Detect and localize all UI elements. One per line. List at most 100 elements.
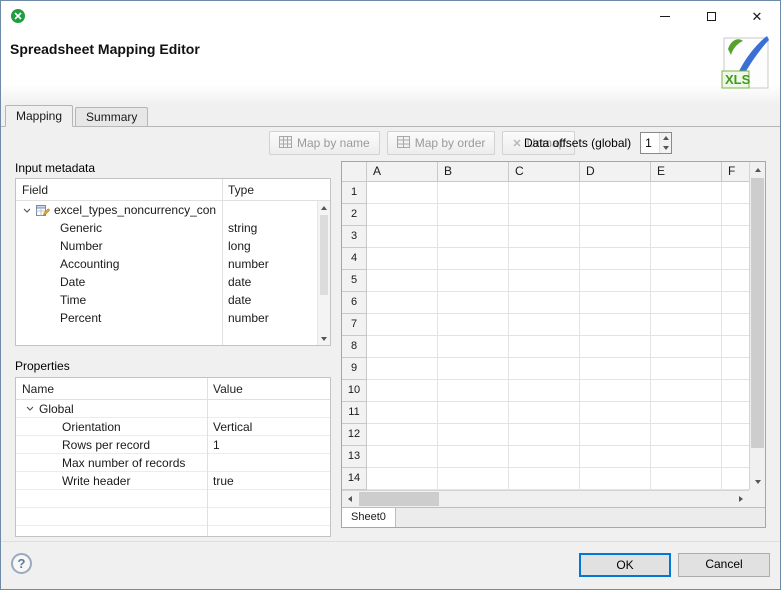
grid-cell[interactable] bbox=[651, 248, 722, 270]
grid-cell[interactable] bbox=[509, 336, 580, 358]
grid-cell[interactable] bbox=[651, 468, 722, 490]
row-header[interactable]: 5 bbox=[342, 270, 367, 292]
grid-cell[interactable] bbox=[722, 446, 749, 468]
grid-cell[interactable] bbox=[509, 446, 580, 468]
grid-cell[interactable] bbox=[509, 226, 580, 248]
row-header[interactable]: 9 bbox=[342, 358, 367, 380]
grid-cell[interactable] bbox=[438, 314, 509, 336]
grid-cell[interactable] bbox=[580, 204, 651, 226]
grid-cell[interactable] bbox=[438, 336, 509, 358]
grid-cell[interactable] bbox=[580, 248, 651, 270]
grid-cell[interactable] bbox=[509, 468, 580, 490]
grid-cell[interactable] bbox=[438, 248, 509, 270]
grid-cell[interactable] bbox=[509, 270, 580, 292]
row-header[interactable]: 1 bbox=[342, 182, 367, 204]
select-all-corner[interactable] bbox=[342, 162, 367, 182]
grid-cell[interactable] bbox=[651, 358, 722, 380]
grid-cell[interactable] bbox=[438, 226, 509, 248]
grid-cell[interactable] bbox=[367, 402, 438, 424]
grid-cell[interactable] bbox=[580, 292, 651, 314]
grid-cell[interactable] bbox=[722, 204, 749, 226]
grid-cell[interactable] bbox=[367, 380, 438, 402]
row-header[interactable]: 4 bbox=[342, 248, 367, 270]
grid-cell[interactable] bbox=[367, 270, 438, 292]
scrollbar-thumb[interactable] bbox=[359, 492, 439, 506]
row-header[interactable]: 3 bbox=[342, 226, 367, 248]
cancel-button[interactable]: Cancel bbox=[678, 553, 770, 577]
column-divider[interactable] bbox=[222, 179, 223, 345]
sheet-tab[interactable]: Sheet0 bbox=[342, 508, 396, 527]
grid-cell[interactable] bbox=[438, 402, 509, 424]
grid-cell[interactable] bbox=[438, 424, 509, 446]
grid-cell[interactable] bbox=[722, 226, 749, 248]
grid-cell[interactable] bbox=[580, 314, 651, 336]
grid-cell[interactable] bbox=[580, 424, 651, 446]
grid-cell[interactable] bbox=[509, 314, 580, 336]
grid-cell[interactable] bbox=[580, 402, 651, 424]
map-by-name-button[interactable]: Map by name bbox=[269, 131, 380, 155]
grid-cell[interactable] bbox=[438, 270, 509, 292]
grid-cell[interactable] bbox=[509, 380, 580, 402]
grid-cell[interactable] bbox=[509, 358, 580, 380]
grid-cell[interactable] bbox=[367, 226, 438, 248]
grid-cell[interactable] bbox=[651, 292, 722, 314]
spinner-up-button[interactable] bbox=[660, 133, 672, 143]
row-header[interactable]: 8 bbox=[342, 336, 367, 358]
grid-cell[interactable] bbox=[722, 336, 749, 358]
grid-cell[interactable] bbox=[367, 314, 438, 336]
row-header[interactable]: 6 bbox=[342, 292, 367, 314]
metadata-row[interactable]: Accounting number bbox=[16, 255, 330, 273]
column-header[interactable]: F bbox=[722, 162, 749, 182]
grid-cell[interactable] bbox=[651, 446, 722, 468]
grid-cell[interactable] bbox=[580, 182, 651, 204]
column-header[interactable]: D bbox=[580, 162, 651, 182]
grid-cell[interactable] bbox=[722, 248, 749, 270]
map-by-order-button[interactable]: Map by order bbox=[386, 131, 496, 155]
grid-cell[interactable] bbox=[722, 292, 749, 314]
properties-root-row[interactable]: Global bbox=[16, 400, 330, 418]
grid-cell[interactable] bbox=[722, 182, 749, 204]
vertical-scrollbar[interactable] bbox=[749, 162, 765, 490]
row-header[interactable]: 10 bbox=[342, 380, 367, 402]
grid-cell[interactable] bbox=[438, 446, 509, 468]
grid-cell[interactable] bbox=[438, 380, 509, 402]
grid-cell[interactable] bbox=[580, 270, 651, 292]
value-column-header[interactable]: Value bbox=[207, 378, 330, 399]
column-header[interactable]: E bbox=[651, 162, 722, 182]
grid-cell[interactable] bbox=[651, 226, 722, 248]
scroll-down-button[interactable] bbox=[750, 474, 765, 490]
column-header[interactable]: B bbox=[438, 162, 509, 182]
row-header[interactable]: 2 bbox=[342, 204, 367, 226]
grid-cell[interactable] bbox=[722, 358, 749, 380]
type-column-header[interactable]: Type bbox=[222, 179, 330, 200]
grid-cell[interactable] bbox=[722, 424, 749, 446]
row-header[interactable]: 14 bbox=[342, 468, 367, 490]
grid-cell[interactable] bbox=[509, 402, 580, 424]
scrollbar-thumb[interactable] bbox=[320, 215, 328, 295]
metadata-row[interactable]: Number long bbox=[16, 237, 330, 255]
grid-cell[interactable] bbox=[580, 446, 651, 468]
name-column-header[interactable]: Name bbox=[16, 378, 207, 399]
grid-cell[interactable] bbox=[651, 182, 722, 204]
expand-chevron-icon[interactable] bbox=[26, 406, 34, 411]
grid-cell[interactable] bbox=[438, 182, 509, 204]
grid-cell[interactable] bbox=[367, 336, 438, 358]
close-button[interactable]: ✕ bbox=[734, 1, 780, 31]
grid-cell[interactable] bbox=[509, 182, 580, 204]
grid-cell[interactable] bbox=[367, 358, 438, 380]
property-row[interactable]: Orientation Vertical bbox=[16, 418, 330, 436]
metadata-row[interactable]: Time date bbox=[16, 291, 330, 309]
help-button[interactable]: ? bbox=[11, 553, 32, 574]
spinner-down-button[interactable] bbox=[660, 143, 672, 153]
grid-cell[interactable] bbox=[722, 270, 749, 292]
column-header[interactable]: A bbox=[367, 162, 438, 182]
metadata-root-row[interactable]: excel_types_noncurrency_con bbox=[16, 201, 330, 219]
grid-cell[interactable] bbox=[367, 468, 438, 490]
grid-cell[interactable] bbox=[438, 468, 509, 490]
field-column-header[interactable]: Field bbox=[16, 179, 222, 200]
row-header[interactable]: 7 bbox=[342, 314, 367, 336]
column-header[interactable]: C bbox=[509, 162, 580, 182]
grid-cell[interactable] bbox=[580, 226, 651, 248]
grid-cell[interactable] bbox=[722, 468, 749, 490]
metadata-row[interactable]: Date date bbox=[16, 273, 330, 291]
